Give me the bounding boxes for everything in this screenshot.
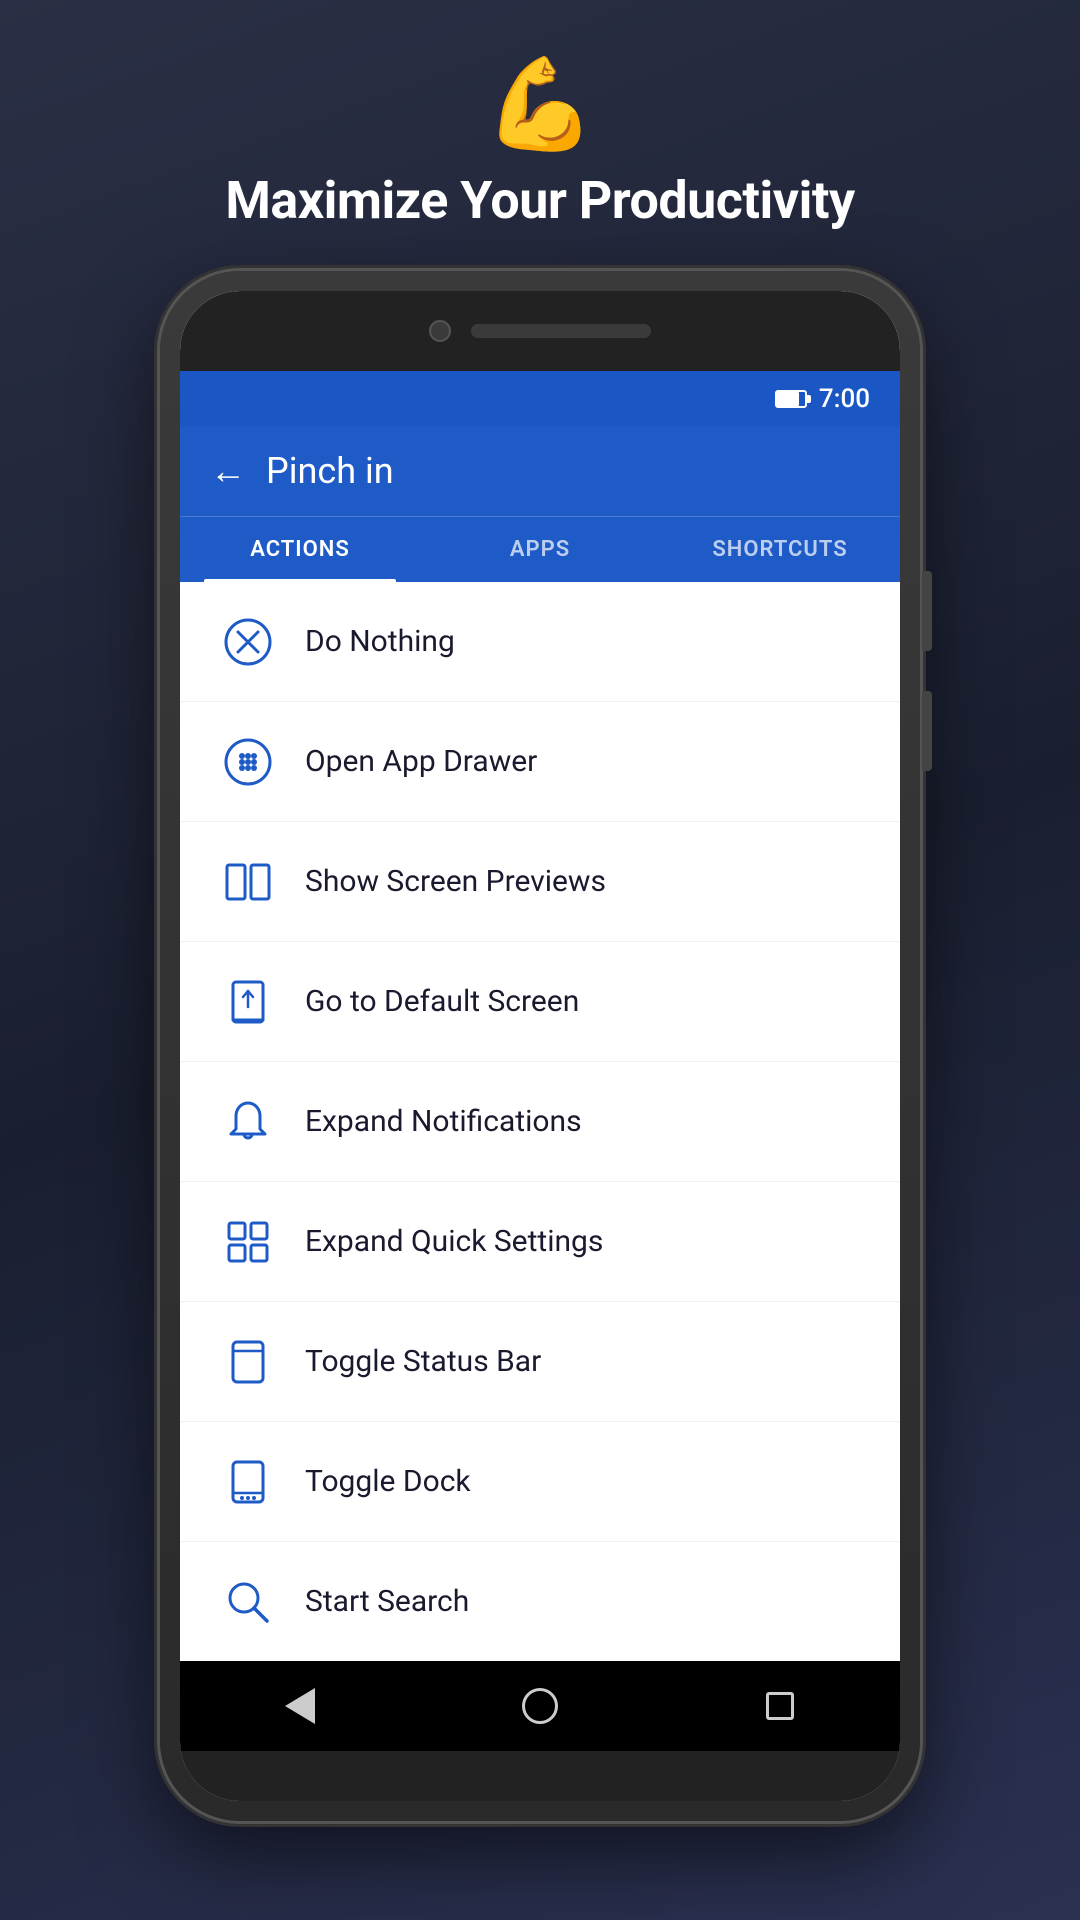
list-area: Do Nothing	[180, 582, 900, 1661]
phone-bottom-bar	[180, 1751, 900, 1801]
columns-icon	[220, 854, 275, 909]
list-item-expand-quick-settings[interactable]: Expand Quick Settings	[180, 1182, 900, 1302]
list-item-expand-notifications[interactable]: Expand Notifications	[180, 1062, 900, 1182]
nav-back-button[interactable]	[275, 1681, 325, 1731]
phone-dock-icon	[220, 1454, 275, 1509]
nav-home-button[interactable]	[515, 1681, 565, 1731]
app-bar-title: Pinch in	[266, 450, 394, 492]
tab-bar: ACTIONS APPS SHORTCUTS	[180, 516, 900, 582]
time-display: 7:00	[819, 384, 870, 414]
show-screen-previews-label: Show Screen Previews	[305, 864, 606, 899]
search-icon	[220, 1574, 275, 1629]
list-item-show-screen-previews[interactable]: Show Screen Previews	[180, 822, 900, 942]
hero-emoji: 💪	[484, 60, 596, 150]
start-search-label: Start Search	[305, 1584, 469, 1619]
battery-icon	[775, 390, 807, 408]
list-item-do-nothing[interactable]: Do Nothing	[180, 582, 900, 702]
grid-detail-icon	[220, 1214, 275, 1269]
nav-recent-icon	[766, 1692, 794, 1720]
status-bar: 7:00	[180, 371, 900, 426]
speaker-bar	[471, 324, 651, 338]
camera-dot	[429, 320, 451, 342]
nav-recents-button[interactable]	[755, 1681, 805, 1731]
phone-nav-bar	[180, 1661, 900, 1751]
list-item-start-search[interactable]: Start Search	[180, 1542, 900, 1661]
go-to-default-screen-label: Go to Default Screen	[305, 984, 579, 1019]
list-item-toggle-status-bar[interactable]: Toggle Status Bar	[180, 1302, 900, 1422]
app-bar: ← Pinch in	[180, 426, 900, 516]
toggle-dock-label: Toggle Dock	[305, 1464, 471, 1499]
back-button[interactable]: ←	[210, 450, 246, 492]
nav-back-icon	[285, 1688, 315, 1724]
open-app-drawer-label: Open App Drawer	[305, 744, 537, 779]
list-item-go-to-default-screen[interactable]: Go to Default Screen	[180, 942, 900, 1062]
list-item-toggle-dock[interactable]: Toggle Dock	[180, 1422, 900, 1542]
phone-top-icon	[220, 1334, 275, 1389]
bell-icon	[220, 1094, 275, 1149]
hero-section: 💪 Maximize Your Productivity	[225, 60, 854, 231]
hero-title: Maximize Your Productivity	[225, 170, 854, 231]
home-flag-icon	[220, 974, 275, 1029]
battery-body	[775, 390, 807, 408]
phone-screen: 7:00 ← Pinch in ACTIONS APPS SHORTCUTS	[180, 291, 900, 1801]
x-circle-icon	[220, 614, 275, 669]
battery-fill	[777, 392, 799, 406]
tab-apps[interactable]: APPS	[420, 517, 660, 582]
grid-icon	[220, 734, 275, 789]
do-nothing-label: Do Nothing	[305, 624, 455, 659]
phone-top-bar	[180, 291, 900, 371]
list-item-open-app-drawer[interactable]: Open App Drawer	[180, 702, 900, 822]
status-bar-right: 7:00	[775, 384, 870, 414]
toggle-status-bar-label: Toggle Status Bar	[305, 1344, 541, 1379]
expand-quick-settings-label: Expand Quick Settings	[305, 1224, 603, 1259]
nav-home-icon	[522, 1688, 558, 1724]
tab-shortcuts[interactable]: SHORTCUTS	[660, 517, 900, 582]
expand-notifications-label: Expand Notifications	[305, 1104, 582, 1139]
tab-actions[interactable]: ACTIONS	[180, 517, 420, 582]
phone-frame: 7:00 ← Pinch in ACTIONS APPS SHORTCUTS	[160, 271, 920, 1821]
